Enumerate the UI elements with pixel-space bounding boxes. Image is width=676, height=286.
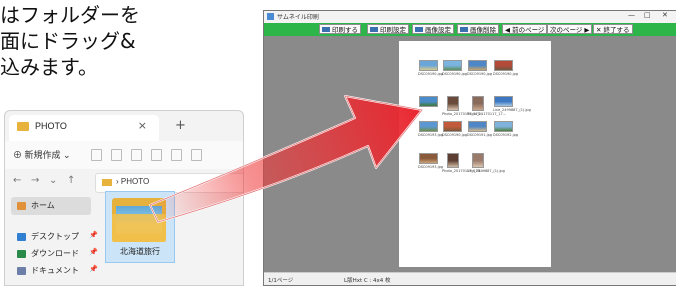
up-icon[interactable]: ↑ (67, 175, 75, 186)
thumbnail-image[interactable] (494, 121, 513, 132)
thumbnail-image[interactable] (446, 153, 459, 168)
thumbnail-caption: Photo_20170117_17... (467, 112, 507, 116)
cut-icon[interactable] (91, 149, 102, 161)
thumbnail-print-window: サムネイル印刷 — □ ✕ 印刷する 印刷設定 画像設定 画像削除 ◀ 前のペー… (263, 10, 676, 286)
status-bar: 1/1ページ L版Hxt C : 4x4 枚 (264, 272, 676, 285)
print-settings-button[interactable]: 印刷設定 (367, 24, 409, 34)
desktop-icon (17, 233, 26, 241)
window-title: サムネイル印刷 (277, 14, 319, 21)
thumbnail-image[interactable] (468, 60, 487, 71)
status-layout: L版Hxt C : 4x4 枚 (344, 278, 391, 284)
thumbnail-caption: Line_2499887_(1).jpg (467, 169, 505, 173)
thumbnail-image[interactable] (468, 121, 487, 132)
thumbnail-image[interactable] (419, 96, 438, 107)
thumbnail-image[interactable] (443, 121, 462, 132)
thumbnail-image[interactable] (443, 60, 462, 71)
status-page: 1/1ページ (268, 278, 294, 284)
delete-icon[interactable] (191, 149, 202, 161)
thumbnail-image[interactable] (419, 121, 438, 132)
thumbnail-caption: DSC09190.jpg (467, 72, 493, 76)
next-page-button[interactable]: 次のページ ▶ (547, 24, 593, 34)
tab-photo[interactable]: PHOTO × (9, 115, 159, 141)
print-label: 印刷する (332, 26, 358, 34)
share-icon[interactable] (171, 149, 182, 161)
folder-icon (17, 122, 29, 131)
tab-label: PHOTO (35, 121, 67, 131)
sidebar-item-label: ダウンロード (31, 249, 79, 258)
thumbnail-image[interactable] (494, 96, 513, 107)
thumbnail-image[interactable] (471, 153, 484, 168)
explorer-toolbar: ⊕ 新規作成 ⌄ (5, 141, 243, 170)
print-button[interactable]: 印刷する (319, 24, 361, 34)
sidebar-item-label: デスクトップ (31, 232, 79, 241)
close-tab-icon[interactable]: × (138, 119, 147, 132)
instruction-line-3: 込みます。 (0, 55, 98, 79)
thumbnail-caption: DSC09190.jpg (493, 72, 519, 76)
settings-icon (370, 26, 378, 32)
back-icon[interactable]: ← (13, 175, 21, 186)
thumbnail-caption: DSC09192.jpg (493, 133, 519, 137)
thumbnail-caption: DSC09193.jpg (418, 165, 444, 169)
sidebar-item-home[interactable]: ホーム (11, 197, 91, 215)
sidebar-item-label: ドキュメント (31, 266, 79, 275)
recent-dropdown-icon[interactable]: ⌄ (49, 175, 57, 186)
prev-page-button[interactable]: ◀ 前のページ (502, 24, 548, 34)
maximize-icon[interactable]: □ (644, 11, 651, 19)
folder-front (112, 214, 166, 242)
folder-hokkaido[interactable]: 北海道旅行 (105, 191, 175, 263)
instruction-line-1: はフォルダーを (0, 3, 140, 27)
instruction-line-2: 面にドラッグ& (0, 29, 136, 53)
printer-icon (322, 26, 330, 32)
download-icon (17, 250, 26, 258)
thumbnail-caption: DSC09190.jpg (442, 72, 468, 76)
folder-icon (102, 179, 112, 186)
rename-icon[interactable] (151, 149, 162, 161)
explorer-sidebar: ホーム デスクトップ 📌 ダウンロード 📌 ドキュメント 📌 (5, 195, 101, 285)
image-settings-label: 画像設定 (425, 26, 451, 34)
thumbnail-caption: DSC09190.jpg (418, 72, 444, 76)
toolbar: 印刷する 印刷設定 画像設定 画像削除 ◀ 前のページ 次のページ ▶ ✕ 終了… (264, 23, 676, 36)
document-icon (17, 267, 26, 275)
address-bar[interactable]: › PHOTO (95, 173, 243, 193)
thumbnail-image[interactable] (494, 60, 513, 71)
close-icon[interactable]: ✕ (662, 11, 668, 19)
app-icon (267, 13, 274, 20)
pin-icon: 📌 (89, 265, 98, 273)
sidebar-item-label: ホーム (31, 201, 55, 210)
print-settings-label: 印刷設定 (380, 26, 406, 34)
print-preview-page: DSC09190.jpg DSC09190.jpg DSC09190.jpg DSC0… (399, 41, 551, 267)
address-path: › PHOTO (116, 177, 150, 186)
folder-name: 北海道旅行 (120, 247, 160, 256)
pin-icon: 📌 (89, 248, 98, 256)
home-icon (17, 202, 26, 210)
forward-icon[interactable]: → (31, 175, 39, 186)
exit-button[interactable]: ✕ 終了する (593, 24, 633, 34)
thumbnail-caption: DSC09191.jpg (467, 133, 493, 137)
thumbnail-caption: DSC09190.jpg (442, 133, 468, 137)
new-button[interactable]: ⊕ 新規作成 ⌄ (13, 148, 71, 161)
copy-icon[interactable] (111, 149, 122, 161)
instruction-text: はフォルダーを 面にドラッグ& 込みます。 (0, 2, 230, 80)
paste-icon[interactable] (131, 149, 142, 161)
thumbnail-caption: Line_2499887_(1).jpg (493, 108, 531, 112)
thumbnail-image[interactable] (419, 153, 438, 164)
thumbnail-caption: DSC09193.jpg (418, 133, 444, 137)
thumbnail-image[interactable] (419, 60, 438, 71)
image-delete-button[interactable]: 画像削除 (457, 24, 499, 34)
pin-icon: 📌 (89, 231, 98, 239)
thumbnail-image[interactable] (446, 96, 459, 111)
thumbnail-image[interactable] (471, 96, 484, 111)
image-icon (415, 26, 423, 32)
minimize-icon[interactable]: — (628, 11, 635, 19)
file-explorer-window: PHOTO × + ⊕ 新規作成 ⌄ ← → ⌄ ↑ › PHOTO ホーム デ… (4, 110, 244, 286)
new-tab-button[interactable]: + (175, 118, 186, 133)
image-delete-label: 画像削除 (470, 26, 496, 34)
delete-image-icon (460, 26, 468, 32)
image-settings-button[interactable]: 画像設定 (412, 24, 454, 34)
